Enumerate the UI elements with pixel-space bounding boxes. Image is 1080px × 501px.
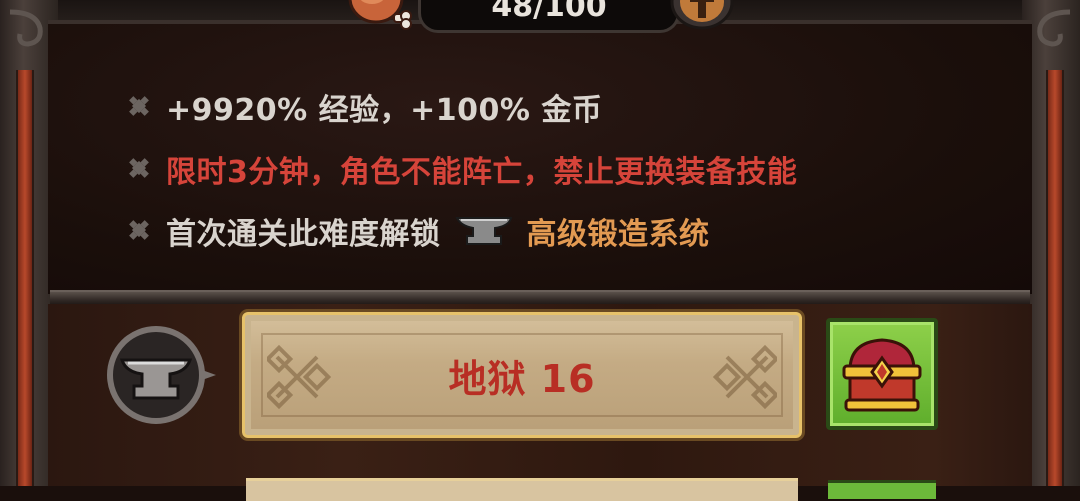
knot-ornament-icon xyxy=(712,344,777,410)
info-line-rules: 限时3分钟，角色不能阵亡，禁止更换装备技能 xyxy=(128,138,797,200)
left-red-rail xyxy=(16,70,34,486)
treasure-chest-icon xyxy=(842,338,922,412)
unlock-feature-text: 高级锻造系统 xyxy=(526,217,710,252)
next-difficulty-button[interactable] xyxy=(246,478,798,501)
bullet-icon xyxy=(128,95,152,119)
stamina-counter: 48/100 xyxy=(418,0,680,33)
reward-chest-button[interactable] xyxy=(826,318,938,430)
right-red-rail xyxy=(1046,70,1064,486)
difficulty-label: 地狱 16 xyxy=(448,356,596,401)
reward-bonus-text: +9920% 经验，+100% 金币 xyxy=(166,93,603,128)
next-reward-chest-button[interactable] xyxy=(828,480,936,499)
anvil-icon xyxy=(107,326,216,424)
anvil-icon xyxy=(454,217,512,245)
bullet-icon xyxy=(128,157,152,181)
cross-shield-icon xyxy=(670,0,734,30)
knot-ornament-icon xyxy=(267,344,332,410)
unlock-prefix-text: 首次通关此难度解锁 xyxy=(166,217,441,252)
stage-rules-text: 限时3分钟，角色不能阵亡，禁止更换装备技能 xyxy=(166,155,798,190)
info-line-unlock: 首次通关此难度解锁 高级锻造系统 xyxy=(128,200,797,262)
difficulty-select-button[interactable]: 地狱 16 xyxy=(242,312,802,438)
info-line-rewards: +9920% 经验，+100% 金币 xyxy=(128,76,797,138)
meat-icon xyxy=(348,0,412,30)
stage-info-list: +9920% 经验，+100% 金币 限时3分钟，角色不能阵亡，禁止更换装备技能… xyxy=(128,76,797,262)
bullet-icon xyxy=(128,219,152,243)
